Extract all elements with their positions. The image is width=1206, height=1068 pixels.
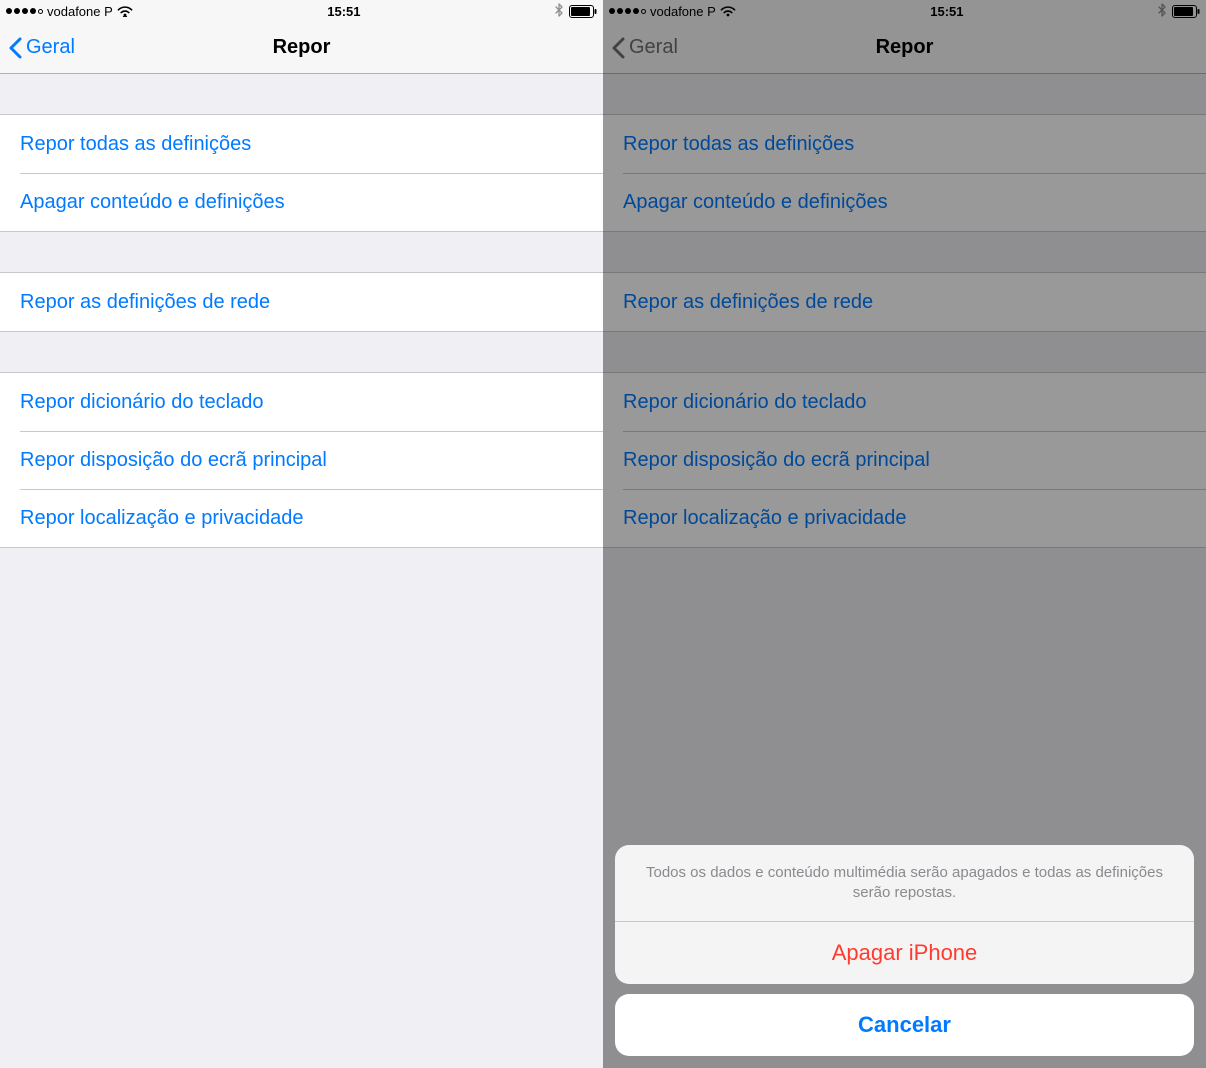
- settings-group: Repor as definições de rede: [0, 272, 603, 332]
- reset-location-privacy-row[interactable]: Repor localização e privacidade: [0, 489, 603, 547]
- row-label: Apagar conteúdo e definições: [20, 191, 285, 214]
- row-label: Repor dicionário do teclado: [20, 391, 264, 414]
- reset-all-settings-row[interactable]: Repor todas as definições: [0, 115, 603, 173]
- screenshot-pair: vodafone P 15:51 Geral: [0, 0, 1206, 1068]
- nav-title: Repor: [0, 36, 603, 59]
- action-sheet: Todos os dados e conteúdo multimédia ser…: [615, 845, 1194, 1057]
- status-right: [555, 3, 597, 20]
- signal-strength-icon: [6, 8, 43, 14]
- reset-network-row[interactable]: Repor as definições de rede: [0, 273, 603, 331]
- row-label: Repor todas as definições: [20, 133, 251, 156]
- status-time: 15:51: [327, 4, 360, 19]
- carrier-label: vodafone P: [47, 4, 113, 19]
- pane-right: vodafone P 15:51 Geral: [603, 0, 1206, 1068]
- row-label: Repor localização e privacidade: [20, 507, 304, 530]
- pane-left: vodafone P 15:51 Geral: [0, 0, 603, 1068]
- wifi-icon: [117, 5, 133, 17]
- row-label: Repor as definições de rede: [20, 291, 270, 314]
- settings-content: Repor todas as definições Apagar conteúd…: [0, 74, 603, 1068]
- erase-all-content-row[interactable]: Apagar conteúdo e definições: [0, 173, 603, 231]
- action-sheet-message: Todos os dados e conteúdo multimédia ser…: [615, 845, 1194, 922]
- bluetooth-icon: [555, 3, 563, 20]
- reset-keyboard-row[interactable]: Repor dicionário do teclado: [0, 373, 603, 431]
- nav-bar: Geral Repor: [0, 22, 603, 74]
- status-bar: vodafone P 15:51: [0, 0, 603, 22]
- cancel-button[interactable]: Cancelar: [615, 994, 1194, 1056]
- settings-group: Repor dicionário do teclado Repor dispos…: [0, 372, 603, 548]
- row-label: Repor disposição do ecrã principal: [20, 449, 327, 472]
- back-button[interactable]: Geral: [8, 36, 75, 59]
- back-label: Geral: [26, 36, 75, 59]
- erase-iphone-button[interactable]: Apagar iPhone: [615, 922, 1194, 984]
- battery-icon: [569, 5, 597, 18]
- action-sheet-block: Todos os dados e conteúdo multimédia ser…: [615, 845, 1194, 985]
- status-left: vodafone P: [6, 4, 133, 19]
- chevron-left-icon: [8, 37, 22, 59]
- settings-group: Repor todas as definições Apagar conteúd…: [0, 114, 603, 232]
- reset-home-layout-row[interactable]: Repor disposição do ecrã principal: [0, 431, 603, 489]
